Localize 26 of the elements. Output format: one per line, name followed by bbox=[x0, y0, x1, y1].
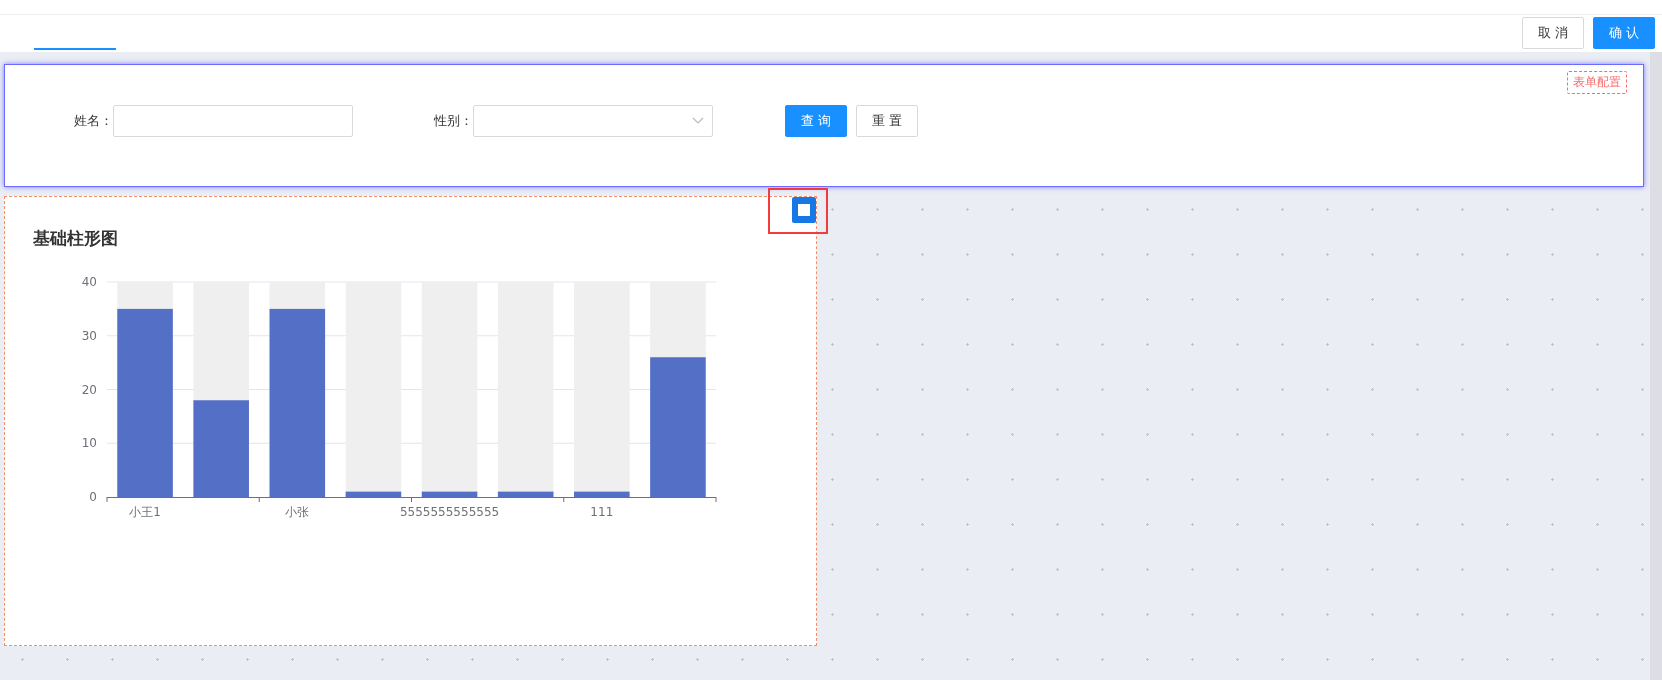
bar bbox=[574, 491, 630, 497]
selection-frame bbox=[768, 188, 828, 234]
x-tick-label: 小张 bbox=[285, 505, 310, 519]
chevron-down-icon bbox=[692, 117, 704, 125]
form-config-tag[interactable]: 表单配置 bbox=[1567, 71, 1627, 94]
secondary-button[interactable]: 取 消 bbox=[1521, 17, 1584, 49]
field-label: 性别： bbox=[433, 112, 473, 130]
primary-button[interactable]: 确 认 bbox=[1592, 17, 1655, 49]
y-tick-label: 30 bbox=[81, 328, 97, 343]
bar bbox=[345, 491, 402, 497]
x-tick-label: 小王1 bbox=[129, 505, 161, 519]
select-field[interactable] bbox=[473, 105, 713, 137]
chart-title: 基础柱形图 bbox=[32, 226, 118, 250]
input-field[interactable] bbox=[113, 105, 353, 137]
y-tick-label: 10 bbox=[81, 436, 97, 451]
bar bbox=[497, 491, 554, 497]
y-tick-label: 20 bbox=[81, 382, 97, 397]
primary-button[interactable]: 查 询 bbox=[785, 105, 848, 137]
y-tick-label: 0 bbox=[89, 490, 97, 504]
secondary-button[interactable]: 重 置 bbox=[856, 105, 919, 137]
x-tick-label: 111 bbox=[590, 505, 614, 519]
y-tick-label: 40 bbox=[81, 275, 97, 289]
x-tick-label: 5555555555555 bbox=[399, 505, 500, 519]
field-label: 姓名： bbox=[73, 112, 113, 130]
bar bbox=[421, 491, 478, 497]
square-icon[interactable] bbox=[792, 197, 816, 223]
